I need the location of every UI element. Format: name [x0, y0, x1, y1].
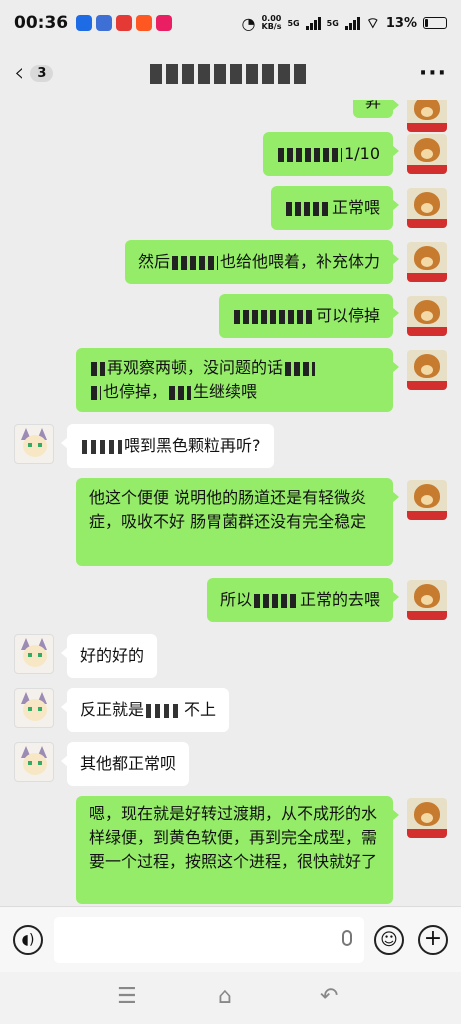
back-arrow-icon[interactable]: ↶ — [320, 984, 338, 1009]
wifi-icon: ⌔ — [365, 13, 380, 32]
signal-bars-icon — [344, 16, 360, 30]
redacted-text — [278, 147, 343, 162]
redacted-text — [253, 593, 298, 608]
hotspot-icon: ◔ — [241, 13, 256, 33]
redacted-text — [171, 255, 218, 270]
notification-app-icon — [76, 15, 93, 31]
system-nav-bar: ☰ ⌂ ↶ — [0, 972, 461, 1024]
message-list[interactable]: 昇 1/10 正常喂 然后 也给他喂着，补充体力 可以停掉 再观察两顿，没问题的话… — [0, 100, 461, 906]
my-avatar[interactable] — [407, 188, 447, 228]
status-time: 00:36 — [14, 13, 69, 33]
notification-app-icon — [136, 15, 153, 31]
contact-avatar[interactable] — [14, 634, 54, 674]
my-avatar[interactable] — [407, 134, 447, 174]
more-dots-icon[interactable]: ··· — [419, 61, 447, 86]
redacted-text — [285, 361, 316, 376]
message-bubble-incoming[interactable]: 反正就是 不上 — [60, 688, 230, 732]
message-bubble-outgoing[interactable]: 可以停掉 — [218, 294, 400, 338]
battery-percent: 13% — [385, 15, 417, 31]
notification-app-icon — [96, 15, 113, 31]
my-avatar[interactable] — [407, 480, 447, 520]
net-speed: 0.00 KB/s — [261, 14, 282, 31]
redacted-text — [169, 385, 192, 400]
unread-count-badge: 3 — [30, 64, 54, 82]
input-bar: ◖) ☺ + — [0, 906, 461, 972]
menu-icon[interactable]: ☰ — [117, 984, 137, 1009]
contact-avatar[interactable] — [14, 688, 54, 728]
message-bubble-incoming[interactable]: 喂到黑色颗粒再听? — [61, 424, 274, 468]
message-bubble-incoming[interactable]: 其他都正常呗 — [60, 742, 190, 786]
my-avatar[interactable] — [407, 798, 447, 838]
chat-title-redacted — [150, 64, 310, 84]
mic-icon[interactable] — [342, 930, 352, 946]
redacted-text — [146, 703, 183, 718]
message-bubble-outgoing[interactable]: 然后 也给他喂着，补充体力 — [124, 240, 400, 284]
redacted-text — [233, 309, 314, 324]
notification-app-icon — [156, 15, 173, 31]
message-bubble-outgoing[interactable]: 再观察两顿，没问题的话 也停掉， 生继续喂 — [76, 348, 399, 412]
chevron-left-icon[interactable]: ‹ — [14, 60, 24, 86]
emoji-icon[interactable]: ☺ — [374, 925, 404, 955]
status-app-icons — [76, 15, 173, 31]
message-input[interactable] — [54, 917, 364, 963]
voice-icon[interactable]: ◖) — [13, 925, 43, 955]
signal-label: 5G — [326, 18, 339, 28]
signal-bars-icon — [305, 16, 321, 30]
plus-icon[interactable]: + — [418, 925, 448, 955]
my-avatar[interactable] — [407, 296, 447, 336]
message-bubble-incoming[interactable]: 好的好的 — [60, 634, 158, 678]
my-avatar[interactable] — [407, 242, 447, 282]
message-bubble-outgoing[interactable]: 正常喂 — [270, 186, 400, 230]
my-avatar[interactable] — [407, 100, 447, 132]
contact-avatar[interactable] — [14, 424, 54, 464]
message-bubble-outgoing[interactable]: 他这个便便 说明他的肠道还是有轻微炎症，吸收不好 肠胃菌群还没有完全稳定 — [76, 478, 399, 566]
redacted-text — [82, 439, 122, 454]
message-bubble-outgoing[interactable]: 所以 正常的去喂 — [206, 578, 400, 622]
contact-avatar[interactable] — [14, 742, 54, 782]
battery-icon — [423, 17, 447, 29]
redacted-text — [285, 201, 330, 216]
notification-app-icon — [116, 15, 133, 31]
my-avatar[interactable] — [407, 350, 447, 390]
home-icon[interactable]: ⌂ — [218, 984, 232, 1009]
my-avatar[interactable] — [407, 580, 447, 620]
message-bubble-outgoing[interactable]: 1/10 — [263, 132, 399, 176]
signal-label: 5G — [287, 18, 300, 28]
redacted-text — [91, 385, 101, 400]
status-bar: 00:36 ◔ 0.00 KB/s 5G 5G ⌔ 13% — [0, 0, 461, 46]
message-bubble-partial[interactable]: 昇 — [352, 100, 400, 118]
redacted-text — [91, 361, 105, 376]
chat-header: ‹ 3 ··· — [0, 46, 461, 100]
message-bubble-outgoing[interactable]: 嗯，现在就是好转过渡期，从不成形的水样绿便，到黄色软便，再到完全成型，需要一个过… — [76, 796, 399, 904]
